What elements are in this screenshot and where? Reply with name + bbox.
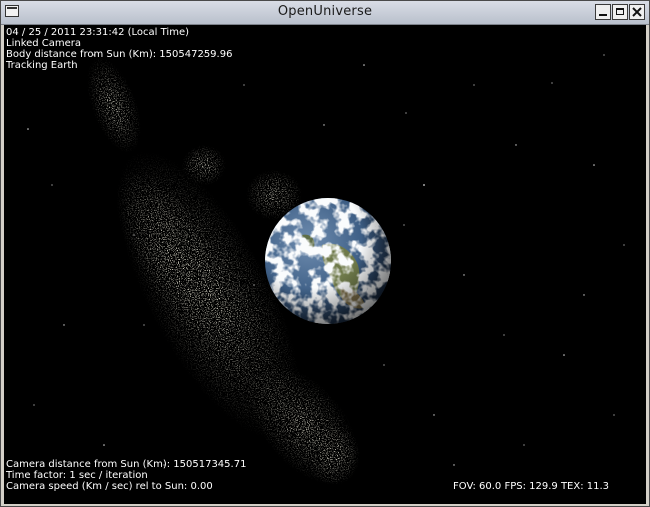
app-window: OpenUniverse 04 / 25 / 2011 23:31:42 (Lo… [0,0,650,507]
camera-mode-label: Linked Camera [6,38,82,49]
3d-viewport[interactable]: 04 / 25 / 2011 23:31:42 (Local Time) Lin… [4,25,646,504]
camera-distance-label: Camera distance from Sun (Km): 150517345… [6,459,247,470]
maximize-button[interactable] [612,4,628,20]
render-stats: FOV: 60.0 FPS: 129.9 TEX: 11.3 [453,481,610,492]
minimize-button[interactable] [595,4,611,20]
earth-globe[interactable] [262,195,394,327]
time-factor-label: Time factor: 1 sec / iteration [6,470,148,481]
window-title: OpenUniverse [277,4,373,19]
close-icon [632,7,642,17]
datetime-label: 04 / 25 / 2011 23:31:42 (Local Time) [6,27,189,38]
camera-speed-label: Camera speed (Km / sec) rel to Sun: 0.00 [6,481,213,492]
hud-top-info: 04 / 25 / 2011 23:31:42 (Local Time) Lin… [6,27,232,71]
close-button[interactable] [629,4,645,20]
hud-bottom-info: Camera distance from Sun (Km): 150517345… [6,459,246,492]
body-distance-label: Body distance from Sun (Km): 150547259.9… [6,49,233,60]
tracking-label: Tracking Earth [6,60,78,71]
title-bar[interactable]: OpenUniverse [1,1,649,25]
